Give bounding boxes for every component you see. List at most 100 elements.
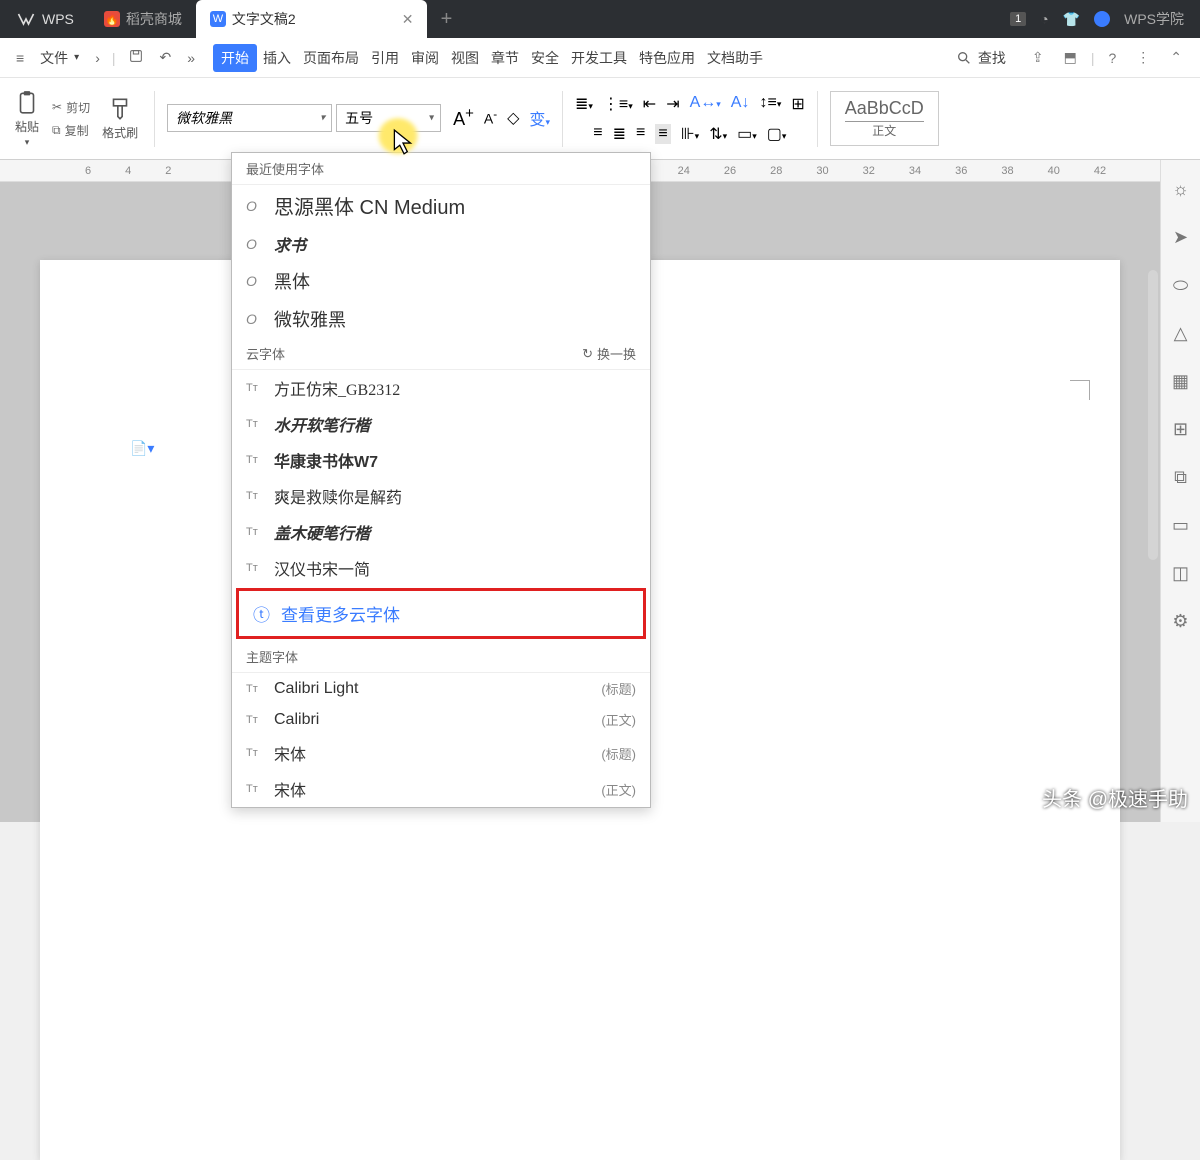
more-icon[interactable]: » (179, 50, 203, 66)
style-body-preview[interactable]: AaBbCcD 正文 (830, 91, 939, 146)
open-font-icon: O (246, 198, 264, 214)
ttf-icon: Tт (246, 490, 264, 502)
tab-layout[interactable]: 页面布局 (297, 44, 365, 72)
cut-button[interactable]: ✂剪切 (52, 99, 90, 116)
layers-icon[interactable]: ◫ (1170, 562, 1192, 584)
more-cloud-fonts-link[interactable]: ⓣ 查看更多云字体 (239, 595, 643, 632)
ttf-icon: Tт (246, 418, 264, 430)
tab-dev[interactable]: 开发工具 (565, 44, 633, 72)
wps-logo-icon (1094, 11, 1110, 27)
tab-view[interactable]: 视图 (445, 44, 485, 72)
vertical-scrollbar[interactable] (1148, 270, 1158, 560)
line-spacing-icon[interactable]: ↕≡▾ (759, 94, 781, 114)
search-box[interactable]: 查找 (940, 48, 1022, 68)
font-item[interactable]: O黑体 (232, 262, 650, 300)
border-icon[interactable]: ▢▾ (767, 124, 787, 144)
tab-insert[interactable]: 插入 (257, 44, 297, 72)
tab-feature[interactable]: 特色应用 (633, 44, 701, 72)
font-item[interactable]: Tт宋体(正文) (232, 771, 650, 807)
new-tab-button[interactable]: + (427, 0, 465, 38)
ttf-icon: Tт (246, 526, 264, 538)
doc-icon: W (210, 11, 226, 27)
save-icon[interactable] (120, 48, 152, 67)
page-anchor-icon: 📄▾ (130, 440, 154, 457)
font-item[interactable]: Tт汉仪书宋一简 (232, 550, 650, 586)
clear-format-icon[interactable]: ◇ (507, 108, 519, 128)
font-item[interactable]: TтCalibri Light(标题) (232, 673, 650, 704)
triangle-icon[interactable]: △ (1170, 322, 1192, 344)
tab-document[interactable]: W 文字文稿2 ✕ (196, 0, 428, 38)
char-scale-icon[interactable]: A↔▾ (690, 94, 721, 114)
copy-button[interactable]: ⧉复制 (52, 122, 90, 139)
file-menu[interactable]: 文件▾ (32, 48, 87, 68)
align-left-icon[interactable]: ≡ (593, 124, 602, 144)
close-icon[interactable]: ✕ (402, 11, 414, 28)
distribute-icon[interactable]: ⊪▾ (681, 124, 699, 144)
align-justify-icon[interactable]: ≡ (655, 124, 670, 144)
shading-icon[interactable]: ▭▾ (737, 124, 757, 144)
apps-icon[interactable]: ⊞ (1170, 418, 1192, 440)
phonetic-icon[interactable]: 变▾ (529, 106, 550, 130)
kebab-icon[interactable]: ⋮ (1126, 49, 1160, 66)
spacing-icon[interactable]: ⇅▾ (709, 124, 727, 144)
font-item[interactable]: Tт水开软笔行楷 (232, 406, 650, 442)
shrink-font-icon[interactable]: A- (484, 108, 497, 127)
font-item[interactable]: Tт华康隶书体W7 (232, 442, 650, 478)
grid-icon[interactable]: ▦ (1170, 370, 1192, 392)
chevron-down-icon[interactable]: ▾ (429, 112, 434, 123)
indent-right-icon[interactable]: ⇥ (666, 94, 679, 114)
chevron-down-icon[interactable]: ▾ (320, 112, 325, 123)
help-icon[interactable]: ? (1098, 50, 1126, 66)
tab-section[interactable]: 章节 (485, 44, 525, 72)
settings-icon[interactable]: ⚙ (1170, 610, 1192, 632)
font-item[interactable]: Tт盖木硬笔行楷 (232, 514, 650, 550)
font-item[interactable]: O思源黑体 CN Medium (232, 185, 650, 226)
font-item[interactable]: TтCalibri(正文) (232, 704, 650, 735)
cloud-icon: ⓣ (253, 601, 271, 626)
grow-font-icon[interactable]: A+ (453, 105, 474, 130)
font-item[interactable]: Tт爽是救赎你是解药 (232, 478, 650, 514)
selection-icon[interactable]: ⬭ (1170, 274, 1192, 296)
notification-badge[interactable]: 1 (1010, 12, 1026, 26)
font-item[interactable]: O微软雅黑 (232, 300, 650, 338)
indent-left-icon[interactable]: ⇤ (643, 94, 656, 114)
drop-icon[interactable]: ◔ (1040, 11, 1048, 27)
format-painter-button[interactable]: 格式刷 (98, 94, 142, 143)
font-item[interactable]: Tт宋体(标题) (232, 735, 650, 771)
align-center-icon[interactable]: ≣ (613, 124, 626, 144)
ribbon-tabs: 开始 插入 页面布局 引用 审阅 视图 章节 安全 开发工具 特色应用 文档助手 (213, 44, 769, 72)
number-list-icon[interactable]: ⋮≡▾ (603, 94, 633, 114)
shirt-icon[interactable]: 👕 (1063, 11, 1080, 28)
bullet-list-icon[interactable]: ≣▾ (575, 94, 593, 114)
share-icon[interactable]: ⇪ (1022, 49, 1054, 66)
table-icon[interactable]: ⊞ (791, 94, 804, 114)
ttf-icon: Tт (246, 714, 264, 726)
collapse-icon[interactable]: ⌃ (1160, 49, 1192, 66)
font-name-combo[interactable]: 微软雅黑 ▾ (167, 104, 332, 132)
align-right-icon[interactable]: ≡ (636, 124, 645, 144)
menu-icon[interactable]: ≡ (8, 50, 32, 66)
sun-icon[interactable]: ☼ (1170, 178, 1192, 200)
outline-icon[interactable]: ⧉ (1170, 466, 1192, 488)
paste-button[interactable]: 粘贴 ▾ (10, 88, 44, 150)
cursor-icon[interactable]: ➤ (1170, 226, 1192, 248)
scissors-icon: ✂ (52, 100, 62, 114)
tab-store[interactable]: 🔥 稻壳商城 (90, 0, 196, 38)
page-icon[interactable]: ▭ (1170, 514, 1192, 536)
chevron-right-icon[interactable]: › (87, 50, 108, 66)
font-item[interactable]: O求书 (232, 226, 650, 262)
refresh-button[interactable]: ↻换一换 (582, 344, 636, 363)
tab-review[interactable]: 审阅 (405, 44, 445, 72)
flame-icon: 🔥 (104, 11, 120, 27)
account-label[interactable]: WPS学院 (1124, 9, 1184, 29)
tab-reference[interactable]: 引用 (365, 44, 405, 72)
tab-security[interactable]: 安全 (525, 44, 565, 72)
cursor-arrow-icon (392, 128, 414, 162)
sort-icon[interactable]: A↓ (731, 94, 750, 114)
tab-start[interactable]: 开始 (213, 44, 257, 72)
undo-icon[interactable]: ↶ (152, 49, 180, 66)
font-dropdown[interactable]: 最近使用字体 O思源黑体 CN Medium O求书 O黑体 O微软雅黑 云字体… (231, 152, 651, 808)
tab-assist[interactable]: 文档助手 (701, 44, 769, 72)
export-icon[interactable]: ⬒ (1054, 49, 1087, 66)
font-item[interactable]: Tт方正仿宋_GB2312 (232, 370, 650, 406)
